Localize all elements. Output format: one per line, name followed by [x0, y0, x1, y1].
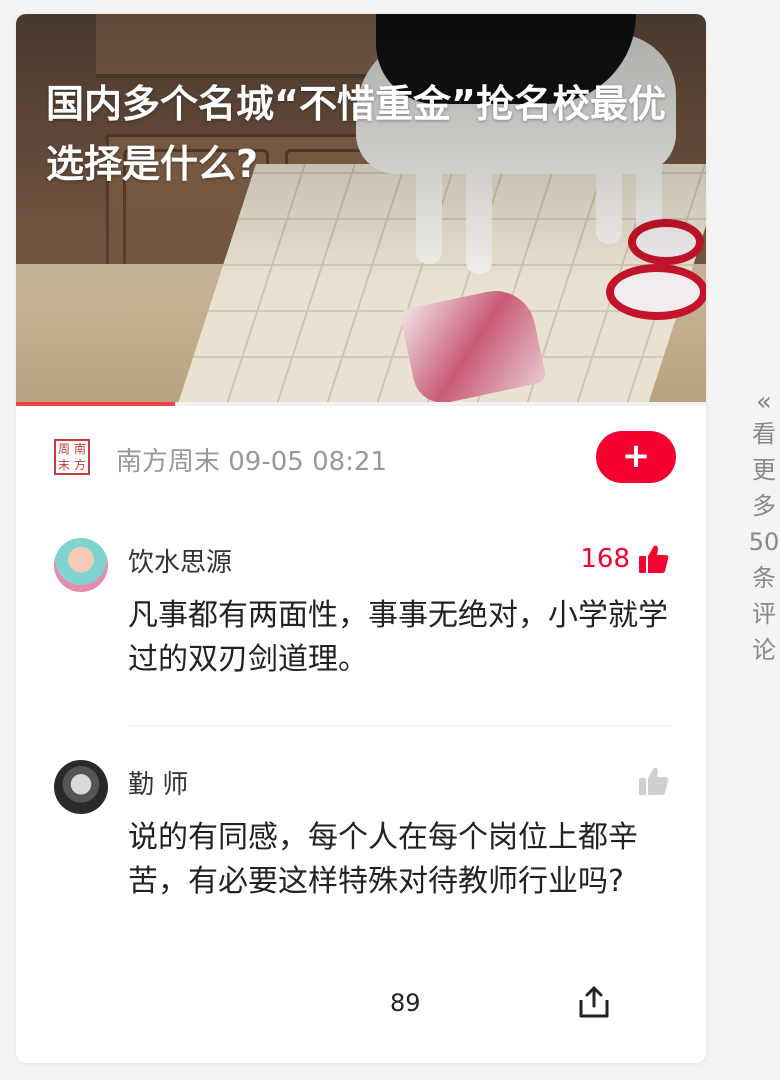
comment-text: 凡事都有两面性，事事无绝对，小学就学过的双刃剑道理。	[128, 598, 668, 677]
follow-button[interactable]: +	[596, 431, 676, 483]
avatar[interactable]	[54, 760, 108, 814]
source-row: 周 南 末 方 南方周末 09-05 08:21 +	[16, 429, 706, 489]
video-player[interactable]: 国内多个名城“不惜重金”抢名校最优选择是什么?	[16, 14, 706, 402]
feed-card: 国内多个名城“不惜重金”抢名校最优选择是什么? 周 南 末 方 南方周末 09-…	[16, 14, 706, 1063]
source-logo[interactable]: 周 南 末 方	[54, 439, 90, 475]
like-button[interactable]	[630, 766, 670, 796]
comment-text: 说的有同感，每个人在每个岗位上都辛苦，有必要这样特殊对待教师行业吗?	[128, 820, 638, 899]
source-meta[interactable]: 南方周末 09-05 08:21	[116, 441, 387, 478]
comment-author[interactable]: 勤 师	[128, 764, 188, 801]
video-progress-fill	[16, 402, 175, 406]
thumbs-up-icon	[639, 545, 669, 573]
like-button[interactable]: 168	[580, 544, 670, 574]
share-icon[interactable]	[576, 984, 612, 1020]
comment-divider	[128, 725, 672, 726]
more-comments-link[interactable]: « 看 更 多 50 条 评 论	[744, 388, 780, 668]
like-count: 168	[580, 544, 630, 574]
headline[interactable]: 国内多个名城“不惜重金”抢名校最优选择是什么?	[46, 74, 686, 194]
avatar[interactable]	[54, 538, 108, 592]
double-chevron-left-icon: «	[756, 387, 772, 417]
comment-author[interactable]: 饮水思源	[128, 542, 232, 579]
video-progress[interactable]	[16, 402, 706, 406]
comment-count[interactable]: 89	[390, 989, 421, 1017]
thumbs-up-icon	[639, 767, 669, 795]
